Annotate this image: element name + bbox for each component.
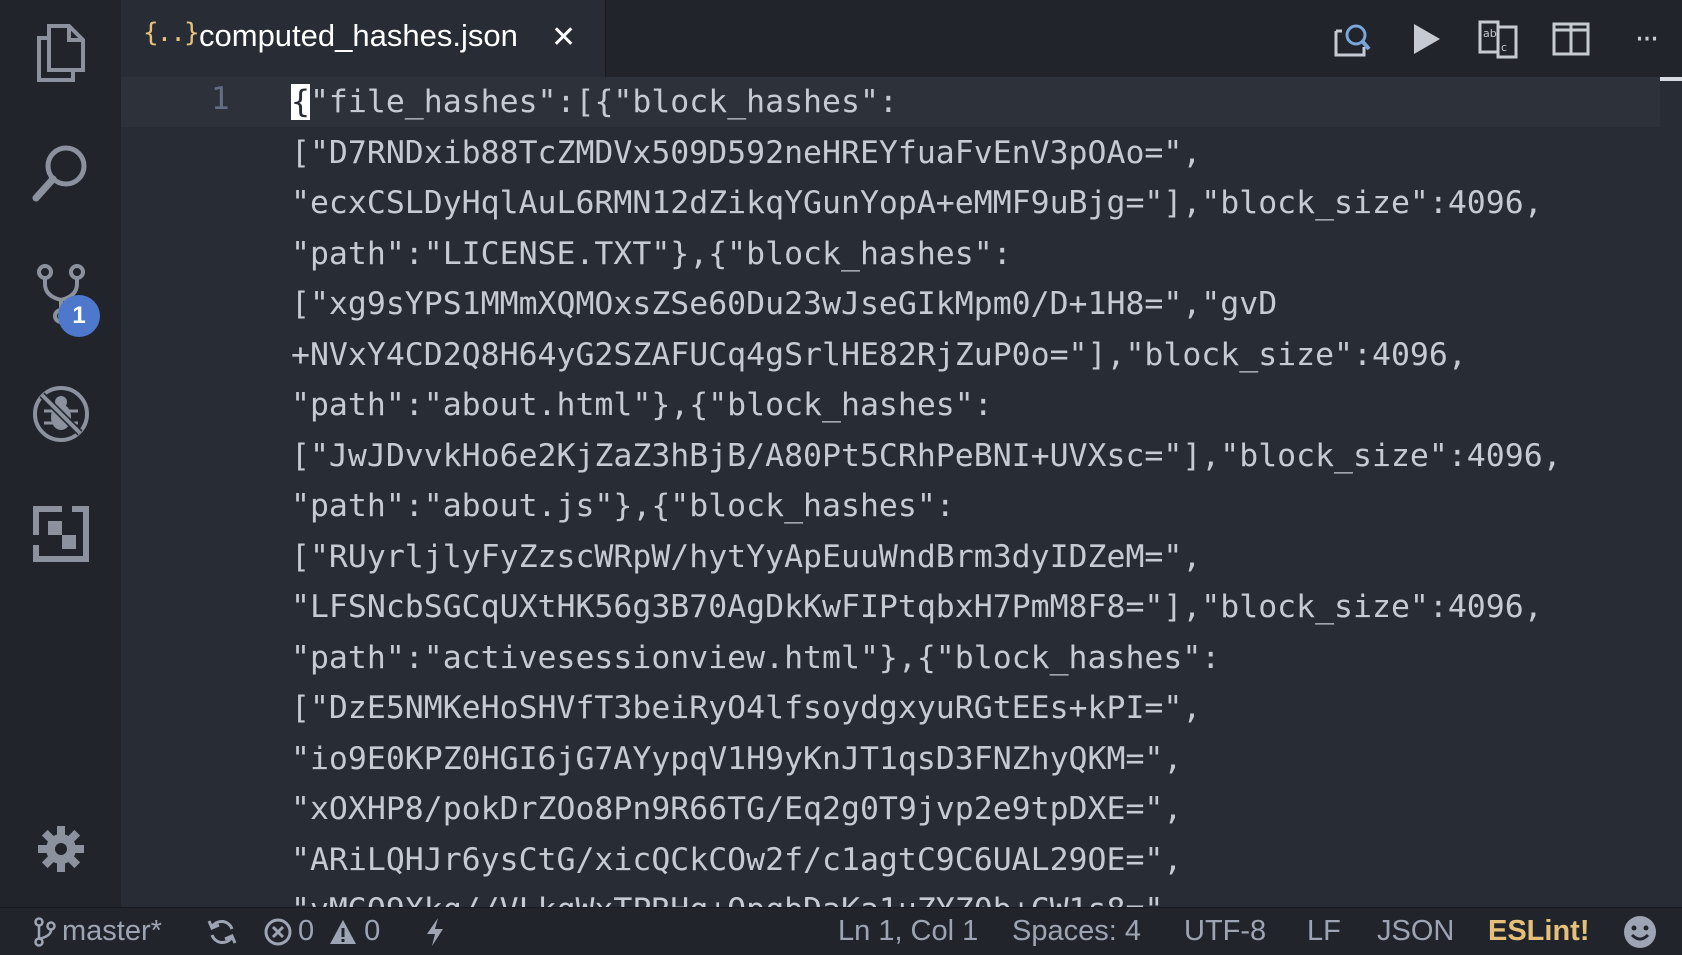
debug-icon[interactable] <box>25 378 97 450</box>
branch-name: master* <box>62 915 162 947</box>
code-line: ["JwJDvvkHo6e2KjZaZ3hBjB/A80Pt5CRhPeBNI+… <box>291 437 1562 474</box>
text-cursor: { <box>291 84 310 120</box>
explorer-icon[interactable] <box>25 17 97 89</box>
tab-computed-hashes[interactable]: {..} computed_hashes.json ✕ <box>121 0 606 77</box>
code-line: {"file_hashes":[{"block_hashes": <box>291 84 898 120</box>
line-ending[interactable]: LF <box>1307 908 1341 955</box>
error-icon <box>264 918 292 945</box>
code-line: "LFSNcbSGCqUXtHK56g3B70AgDkKwFIPtqbxH7Pm… <box>291 589 1543 625</box>
code-line: ["RUyrljlyFyZzscWRpW/hytYyApEuuWndBrm3dy… <box>291 538 1202 575</box>
sync-icon[interactable] <box>207 908 237 955</box>
code-line: "vMGO9Xkq//VLkqWxTPRHq+QpqbDaKa1uZYZ0b+C… <box>291 885 1671 907</box>
compare-icon[interactable]: ab c <box>1473 14 1523 64</box>
language-mode[interactable]: JSON <box>1377 908 1454 955</box>
code-line: "path":"about.html"},{"block_hashes": <box>291 387 993 423</box>
code-line: "xOXHP8/pokDrZOo8Pn9R66TG/Eq2g0T9jvp2e9t… <box>291 791 1183 827</box>
vertical-scrollbar[interactable] <box>1660 77 1682 907</box>
open-preview-icon[interactable] <box>1327 14 1377 64</box>
editor[interactable]: 1 {"file_hashes":[{"block_hashes": ["D7R… <box>121 77 1682 907</box>
feedback-smiley-icon[interactable] <box>1623 908 1657 955</box>
code-line: ["DzE5NMKeHoSHVfT3beiRyO4lfsoydgxyuRGtEE… <box>291 690 1202 726</box>
code-line: "path":"activesessionview.html"},{"block… <box>291 639 1221 676</box>
cursor-position[interactable]: Ln 1, Col 1 <box>838 908 978 955</box>
search-icon[interactable] <box>25 137 97 209</box>
activity-bar: 1 <box>0 0 121 907</box>
scroll-thumb[interactable] <box>1660 77 1682 81</box>
error-count: 0 <box>298 915 315 947</box>
warning-count: 0 <box>364 915 381 947</box>
encoding[interactable]: UTF-8 <box>1184 908 1266 955</box>
json-file-icon: {..} <box>143 18 200 48</box>
code-line: "ecxCSLDyHqlAuL6RMN12dZikqYGunYopA+eMMF9… <box>291 185 1543 221</box>
code-line: ["D7RNDxib88TcZMDVx509D592neHREYfuaFvEnV… <box>291 134 1202 171</box>
code-line: "io9E0KPZ0HGI6jG7AYypqV1H9yKnJT1qsD3FNZh… <box>291 740 1183 777</box>
eslint-status[interactable]: ESLint! <box>1488 908 1590 955</box>
svg-text:c: c <box>1501 41 1507 54</box>
code-line: "path":"about.js"},{"block_hashes": <box>291 488 955 524</box>
code-line: "path":"LICENSE.TXT"},{"block_hashes": <box>291 235 1012 272</box>
close-icon[interactable]: ✕ <box>551 20 576 55</box>
problems-status[interactable]: 0 0 <box>264 908 380 955</box>
extensions-icon[interactable] <box>25 498 97 570</box>
gear-icon[interactable] <box>25 813 97 885</box>
line-number: 1 <box>211 81 230 117</box>
svg-text:ab: ab <box>1483 27 1497 40</box>
source-control-badge: 1 <box>58 295 100 337</box>
more-actions-icon[interactable]: ··· <box>1621 14 1671 64</box>
status-bar: master* 0 0 Ln 1, Col 1 Spaces: 4 UTF-8 … <box>0 907 1682 955</box>
warning-icon <box>330 919 357 944</box>
code-area[interactable]: {"file_hashes":[{"block_hashes": ["D7RND… <box>291 77 1671 907</box>
branch-icon <box>34 916 56 947</box>
code-line: +NVxY4CD2Q8H64yG2SZAFUCq4gSrlHE82RjZuP0o… <box>291 336 1467 373</box>
run-icon[interactable] <box>1401 14 1451 64</box>
code-line: "ARiLQHJr6ysCtG/xicQCkCOw2f/c1agtC9C6UAL… <box>291 841 1183 878</box>
lightning-icon[interactable] <box>424 908 446 955</box>
indentation[interactable]: Spaces: 4 <box>1012 908 1141 955</box>
code-line: ["xg9sYPS1MMmXQMOxsZSe60Du23wJseGIkMpm0/… <box>291 286 1278 322</box>
branch-status[interactable]: master* <box>34 908 162 955</box>
tab-title: computed_hashes.json <box>199 18 518 53</box>
tab-bar: {..} computed_hashes.json ✕ ab c ··· <box>121 0 1682 77</box>
split-editor-icon[interactable] <box>1546 14 1596 64</box>
